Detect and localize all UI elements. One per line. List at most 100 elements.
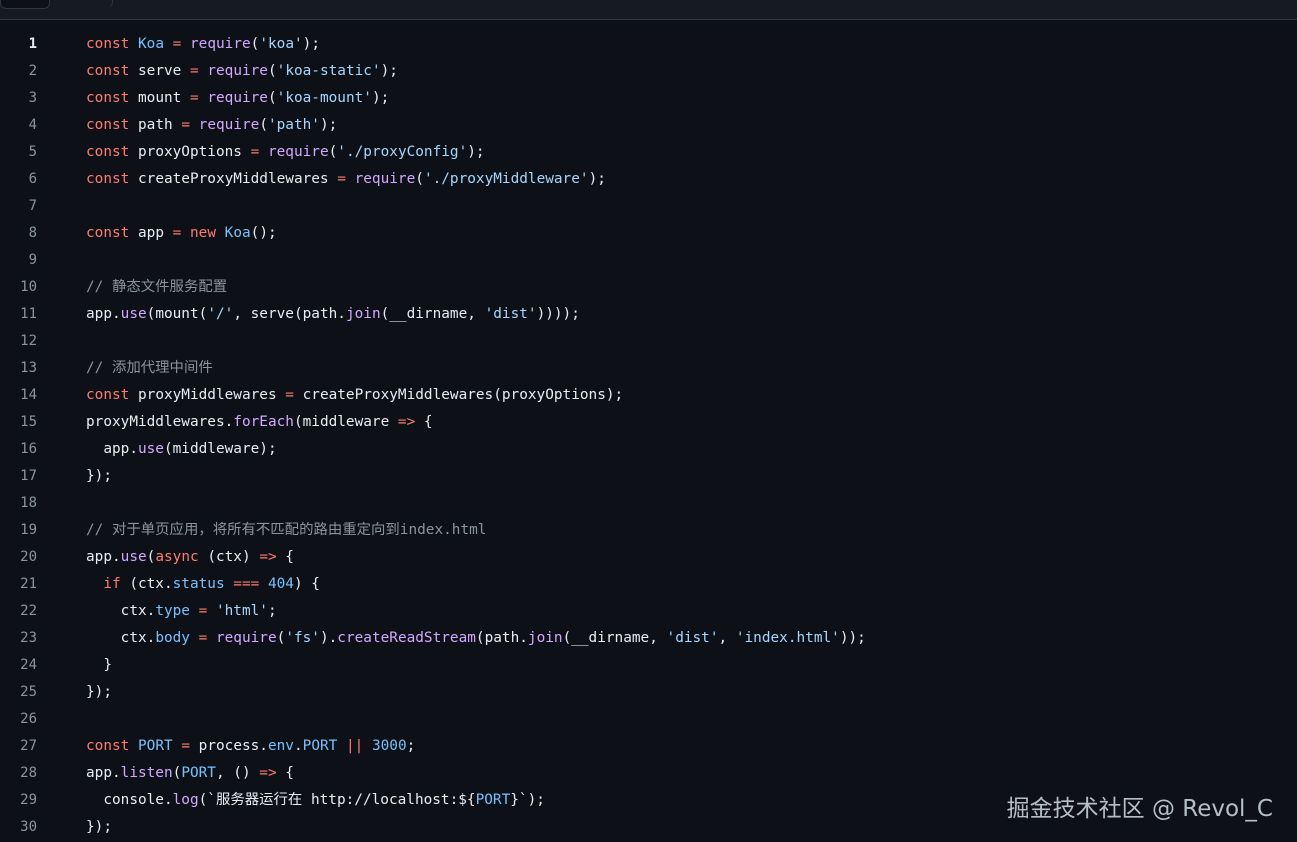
code-token: const	[86, 225, 130, 241]
code-line[interactable]: 26	[0, 706, 1297, 733]
code-token: 3000	[371, 738, 407, 754]
line-number: 1	[28, 36, 37, 52]
code-token: );	[467, 144, 485, 160]
code-line[interactable]: 13 // 添加代理中间件	[0, 355, 1297, 382]
code-editor[interactable]: 1 const Koa = require('koa'); 2 const serve…	[0, 31, 1297, 841]
code-text: console.log(`服务器运行在 http://localhost:${P…	[86, 787, 545, 814]
code-line[interactable]: 14 const proxyMiddlewares = createProxyMi…	[0, 382, 1297, 409]
code-line[interactable]: 16 app.use(middleware);	[0, 436, 1297, 463]
line-number: 6	[28, 171, 37, 187]
code-token: );	[588, 171, 606, 187]
code-line[interactable]: 12	[0, 328, 1297, 355]
line-number: 13	[20, 360, 37, 376]
line-number: 10	[20, 279, 37, 295]
code-line[interactable]: 23 ctx.body = require('fs').createReadSt…	[0, 625, 1297, 652]
code-line[interactable]: 19 // 对于单页应用，将所有不匹配的路由重定向到index.html	[0, 517, 1297, 544]
code-token: PORT	[138, 738, 173, 754]
code-line[interactable]: 8 const app = new Koa();	[0, 220, 1297, 247]
code-token: const	[86, 144, 130, 160]
code-line[interactable]: 6 const createProxyMiddlewares = require(…	[0, 166, 1297, 193]
code-line[interactable]: 27 const PORT = process.env.PORT || 3000;	[0, 733, 1297, 760]
code-line[interactable]: 25});	[0, 679, 1297, 706]
tab-inactive[interactable]	[50, 0, 113, 8]
code-text: const createProxyMiddlewares = require('…	[86, 166, 606, 193]
code-token: (	[267, 63, 277, 79]
code-line[interactable]: 21 if (ctx.status === 404) {	[0, 571, 1297, 598]
tab-active[interactable]	[0, 0, 50, 9]
code-token: });	[86, 684, 112, 700]
code-line[interactable]: 28 app.listen(PORT, () => {	[0, 760, 1297, 787]
code-token: =	[189, 63, 199, 79]
code-token: proxyOptions	[129, 144, 251, 160]
line-number: 25	[20, 684, 37, 700]
code-token: require	[207, 90, 268, 106]
code-token: =	[181, 117, 190, 133]
code-token: =	[198, 630, 208, 646]
code-token: const	[86, 63, 130, 79]
code-text: // 对于单页应用，将所有不匹配的路由重定向到index.html	[86, 517, 486, 544]
code-line[interactable]: 15 proxyMiddlewares.forEach(middleware =>…	[0, 409, 1297, 436]
code-token: (mount(	[146, 306, 208, 322]
code-token: use	[120, 549, 147, 565]
code-token: );	[371, 90, 390, 106]
code-token: './proxyMiddleware'	[423, 171, 589, 187]
code-token: , serve(path.	[233, 306, 346, 322]
code-token: app	[129, 225, 173, 241]
code-token: =>	[259, 549, 277, 565]
code-token: // 添加代理中间件	[86, 360, 213, 376]
line-number: 3	[28, 90, 37, 106]
code-line[interactable]: 24 }	[0, 652, 1297, 679]
code-text: app.listen(PORT, () => {	[86, 760, 294, 787]
code-token: ;	[406, 738, 416, 754]
code-token: listen	[120, 765, 173, 781]
code-token: mount	[129, 90, 190, 106]
code-line[interactable]: 20 app.use(async (ctx) => {	[0, 544, 1297, 571]
code-text: const proxyMiddlewares = createProxyMidd…	[86, 382, 623, 409]
code-text: app.use(middleware);	[86, 436, 276, 463]
code-token: 'koa'	[259, 36, 303, 52]
line-number: 29	[20, 792, 37, 808]
code-token: async	[155, 549, 199, 565]
code-token: (__dirname,	[562, 630, 667, 646]
line-number: 21	[20, 576, 37, 592]
code-line[interactable]: 9	[0, 247, 1297, 274]
code-line[interactable]: 4 const path = require('path');	[0, 112, 1297, 139]
code-line[interactable]: 11 app.use(mount('/', serve(path.join(__d…	[0, 301, 1297, 328]
code-line[interactable]: 5 const proxyOptions = require('./proxyCo…	[0, 139, 1297, 166]
code-line[interactable]: 22 ctx.type = 'html';	[0, 598, 1297, 625]
code-line[interactable]: 1 const Koa = require('koa');	[0, 31, 1297, 58]
code-line[interactable]: 3 const mount = require('koa-mount');	[0, 85, 1297, 112]
line-number: 20	[20, 549, 37, 565]
code-token: proxyMiddlewares	[129, 387, 286, 403]
code-line[interactable]: 17});	[0, 463, 1297, 490]
code-token: (__dirname,	[380, 306, 485, 322]
code-token: 'html'	[215, 603, 268, 619]
code-token: );	[319, 117, 338, 133]
code-token: (ctx)	[198, 549, 260, 565]
line-number: 23	[20, 630, 37, 646]
line-number: 18	[20, 495, 37, 511]
code-token: require	[198, 117, 260, 133]
line-number: 12	[20, 333, 37, 349]
line-number: 5	[28, 144, 37, 160]
line-number: 11	[20, 306, 37, 322]
code-token: , ()	[215, 765, 260, 781]
code-line[interactable]: 7	[0, 193, 1297, 220]
code-token: 'koa-static'	[276, 63, 381, 79]
line-number: 27	[20, 738, 37, 754]
line-number: 8	[28, 225, 37, 241]
code-token: new	[190, 225, 216, 241]
code-token: =	[250, 144, 260, 160]
code-line[interactable]: 10 // 静态文件服务配置	[0, 274, 1297, 301]
code-line[interactable]: 2 const serve = require('koa-static');	[0, 58, 1297, 85]
code-token: ||	[345, 738, 364, 754]
code-token: 'dist'	[666, 630, 719, 646]
code-line[interactable]: 18	[0, 490, 1297, 517]
code-token: 'index.html'	[735, 630, 840, 646]
